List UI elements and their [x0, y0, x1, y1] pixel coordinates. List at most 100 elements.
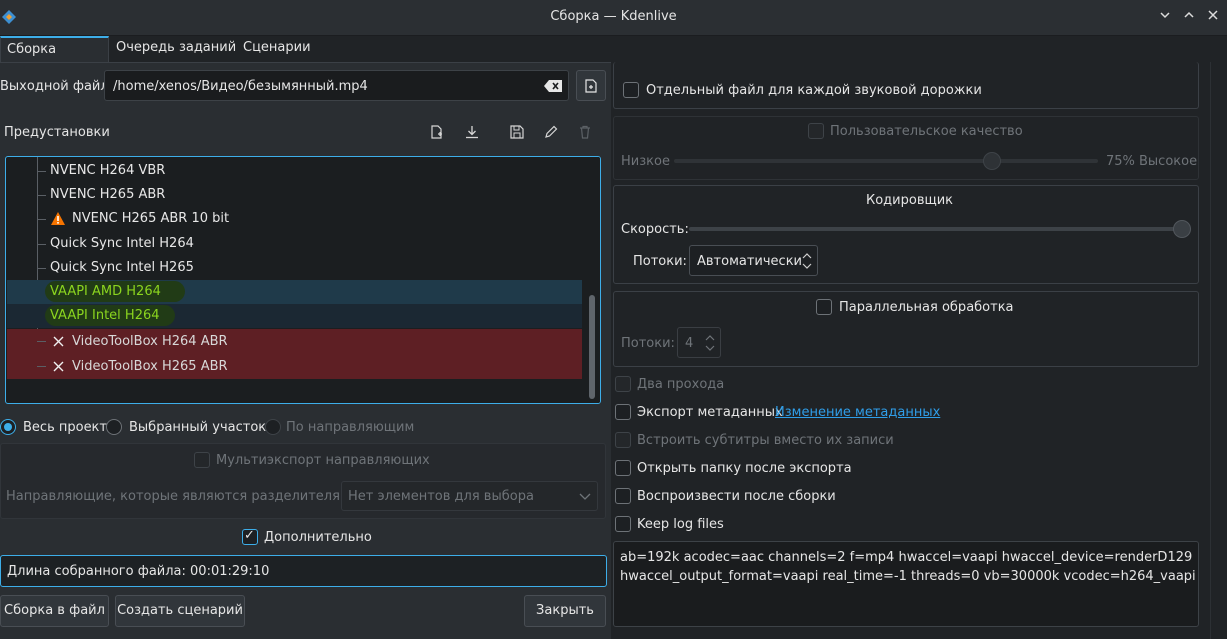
separate-audio-checkbox[interactable] [623, 82, 639, 98]
edit-metadata-link[interactable]: Изменение метаданных [775, 405, 940, 420]
render-params-line1: ab=192k acodec=aac channels=2 f=mp4 hwac… [620, 550, 1193, 565]
tab-render-project[interactable]: Сборка проекта [0, 36, 109, 80]
separators-value: Нет элементов для выбора [348, 489, 534, 504]
by-guides-label: По направляющим [286, 420, 415, 435]
parallel-checkbox[interactable] [816, 299, 832, 315]
tree-branch-line [37, 219, 46, 220]
close-icon [53, 361, 64, 372]
speed-slider-handle[interactable] [1173, 220, 1191, 238]
quality-slider-handle [983, 152, 1001, 170]
separators-select: Нет элементов для выбора [341, 481, 598, 511]
preset-item[interactable]: NVENC H265 ABR 10 bit [7, 207, 583, 231]
right-scrollbar[interactable] [1210, 62, 1227, 639]
play-after-label: Воспроизвести после сборки [637, 489, 836, 504]
preset-item[interactable]: NVENC H264 VBR [7, 159, 583, 183]
quality-low-label: Низкое [621, 154, 670, 169]
export-meta-checkbox[interactable] [615, 404, 631, 420]
preset-label: NVENC H265 ABR [50, 187, 166, 202]
quality-value: 75% [1106, 154, 1135, 169]
spin-arrows-icon[interactable] [802, 253, 812, 269]
open-folder-label: Открыть папку после экспорта [637, 461, 852, 476]
multi-export-checkbox [194, 452, 210, 468]
minimize-icon[interactable] [1157, 9, 1173, 25]
render-params-textarea[interactable]: ab=192k acodec=aac channels=2 f=mp4 hwac… [613, 541, 1199, 627]
preset-label: VAAPI Intel H264 [50, 308, 160, 323]
close-icon[interactable] [1205, 9, 1221, 25]
play-after-checkbox[interactable] [615, 488, 631, 504]
tree-branch-line [37, 171, 46, 172]
output-file-input[interactable]: /home/xenos/Видео/безымянный.mp4 [104, 70, 569, 101]
tab-bar: Сборка проекта Очередь заданий Сценарии [0, 36, 1227, 80]
custom-quality-label: Пользовательское качество [830, 124, 1023, 139]
tree-branch-line [37, 341, 46, 342]
download-icon[interactable] [465, 125, 479, 139]
file-length-text: Длина собранного файла: 00:01:29:10 [7, 564, 270, 579]
speed-slider[interactable] [689, 227, 1191, 231]
keep-log-label: Keep log files [637, 517, 724, 532]
speed-label: Скорость: [621, 222, 689, 237]
preset-label: Quick Sync Intel H265 [50, 260, 194, 275]
two-pass-label: Два прохода [637, 377, 725, 392]
tab-scripts[interactable]: Сценарии [237, 36, 317, 62]
multi-export-label: Мультиэкспорт направляющих [216, 453, 430, 468]
preset-item[interactable]: Quick Sync Intel H264 [7, 232, 583, 256]
preset-label: NVENC H265 ABR 10 bit [72, 211, 230, 226]
clear-icon[interactable] [544, 80, 562, 92]
preset-item[interactable]: VAAPI Intel H264 [7, 304, 583, 328]
tree-branch-line [37, 366, 46, 367]
open-folder-checkbox[interactable] [615, 460, 631, 476]
preset-item[interactable]: NVENC H265 ABR [7, 183, 583, 207]
embed-subs-checkbox [615, 432, 631, 448]
advanced-checkbox[interactable] [242, 528, 258, 545]
presets-tree[interactable]: NVENC H264 VBR NVENC H265 ABR NVENC H265… [5, 156, 601, 404]
tree-branch-line [37, 244, 46, 245]
preset-item-selected[interactable]: VAAPI AMD H264 [7, 280, 583, 304]
presets-label: Предустановки [4, 125, 110, 140]
warning-icon [51, 212, 65, 225]
maximize-icon[interactable] [1181, 9, 1197, 25]
window-title: Сборка — Kdenlive [550, 9, 677, 24]
preset-label: VideoToolBox H264 ABR [72, 334, 228, 349]
threads-value: Автоматически [697, 254, 803, 269]
new-preset-icon[interactable] [430, 125, 444, 139]
close-button[interactable]: Закрыть [524, 595, 606, 627]
selected-zone-label: Выбранный участок [129, 420, 267, 435]
edit-preset-icon[interactable] [544, 125, 558, 139]
parallel-label: Параллельная обработка [839, 300, 1014, 315]
advanced-label: Дополнительно [264, 530, 372, 545]
file-length-field: Длина собранного файла: 00:01:29:10 [0, 555, 607, 587]
quality-slider [674, 159, 1098, 163]
render-to-file-button[interactable]: Сборка в файл [0, 595, 109, 627]
title-bar: Сборка — Kdenlive [0, 0, 1227, 36]
create-script-button[interactable]: Создать сценарий [115, 595, 245, 627]
embed-subs-label: Встроить субтитры вместо их записи [637, 433, 894, 448]
encoder-title: Кодировщик [866, 193, 954, 208]
open-file-button[interactable] [576, 70, 606, 101]
preset-item[interactable]: Quick Sync Intel H265 [7, 256, 583, 280]
preset-item-error[interactable]: VideoToolBox H264 ABR [7, 329, 583, 354]
quality-high-label: Высокое [1139, 154, 1198, 169]
presets-scrollbar[interactable] [582, 157, 600, 403]
output-file-value: /home/xenos/Видео/безымянный.mp4 [113, 79, 368, 94]
parallel-threads-spinbox: 4 [677, 327, 721, 358]
close-icon [53, 336, 64, 347]
preset-item-error[interactable]: VideoToolBox H265 ABR [7, 354, 583, 379]
threads-label: Потоки: [633, 254, 687, 269]
selected-zone-radio[interactable] [106, 419, 122, 435]
whole-project-label: Весь проект [23, 420, 107, 435]
threads-spinbox[interactable]: Автоматически [689, 245, 818, 276]
scrollbar-thumb[interactable] [589, 295, 595, 399]
whole-project-radio[interactable] [0, 419, 16, 435]
keep-log-checkbox[interactable] [615, 516, 631, 532]
tab-job-queue[interactable]: Очередь заданий [110, 36, 242, 62]
separate-audio-label: Отдельный файл для каждой звуковой дорож… [646, 83, 982, 98]
tree-branch-line [37, 268, 46, 269]
parallel-threads-value: 4 [685, 336, 694, 351]
delete-preset-icon[interactable] [578, 125, 592, 139]
chevron-down-icon [579, 493, 591, 500]
spin-arrows-icon [705, 335, 715, 351]
export-meta-label: Экспорт метаданных [637, 405, 783, 420]
preset-label: VAAPI AMD H264 [50, 284, 161, 299]
by-guides-radio [265, 419, 281, 435]
save-preset-icon[interactable] [510, 125, 524, 139]
